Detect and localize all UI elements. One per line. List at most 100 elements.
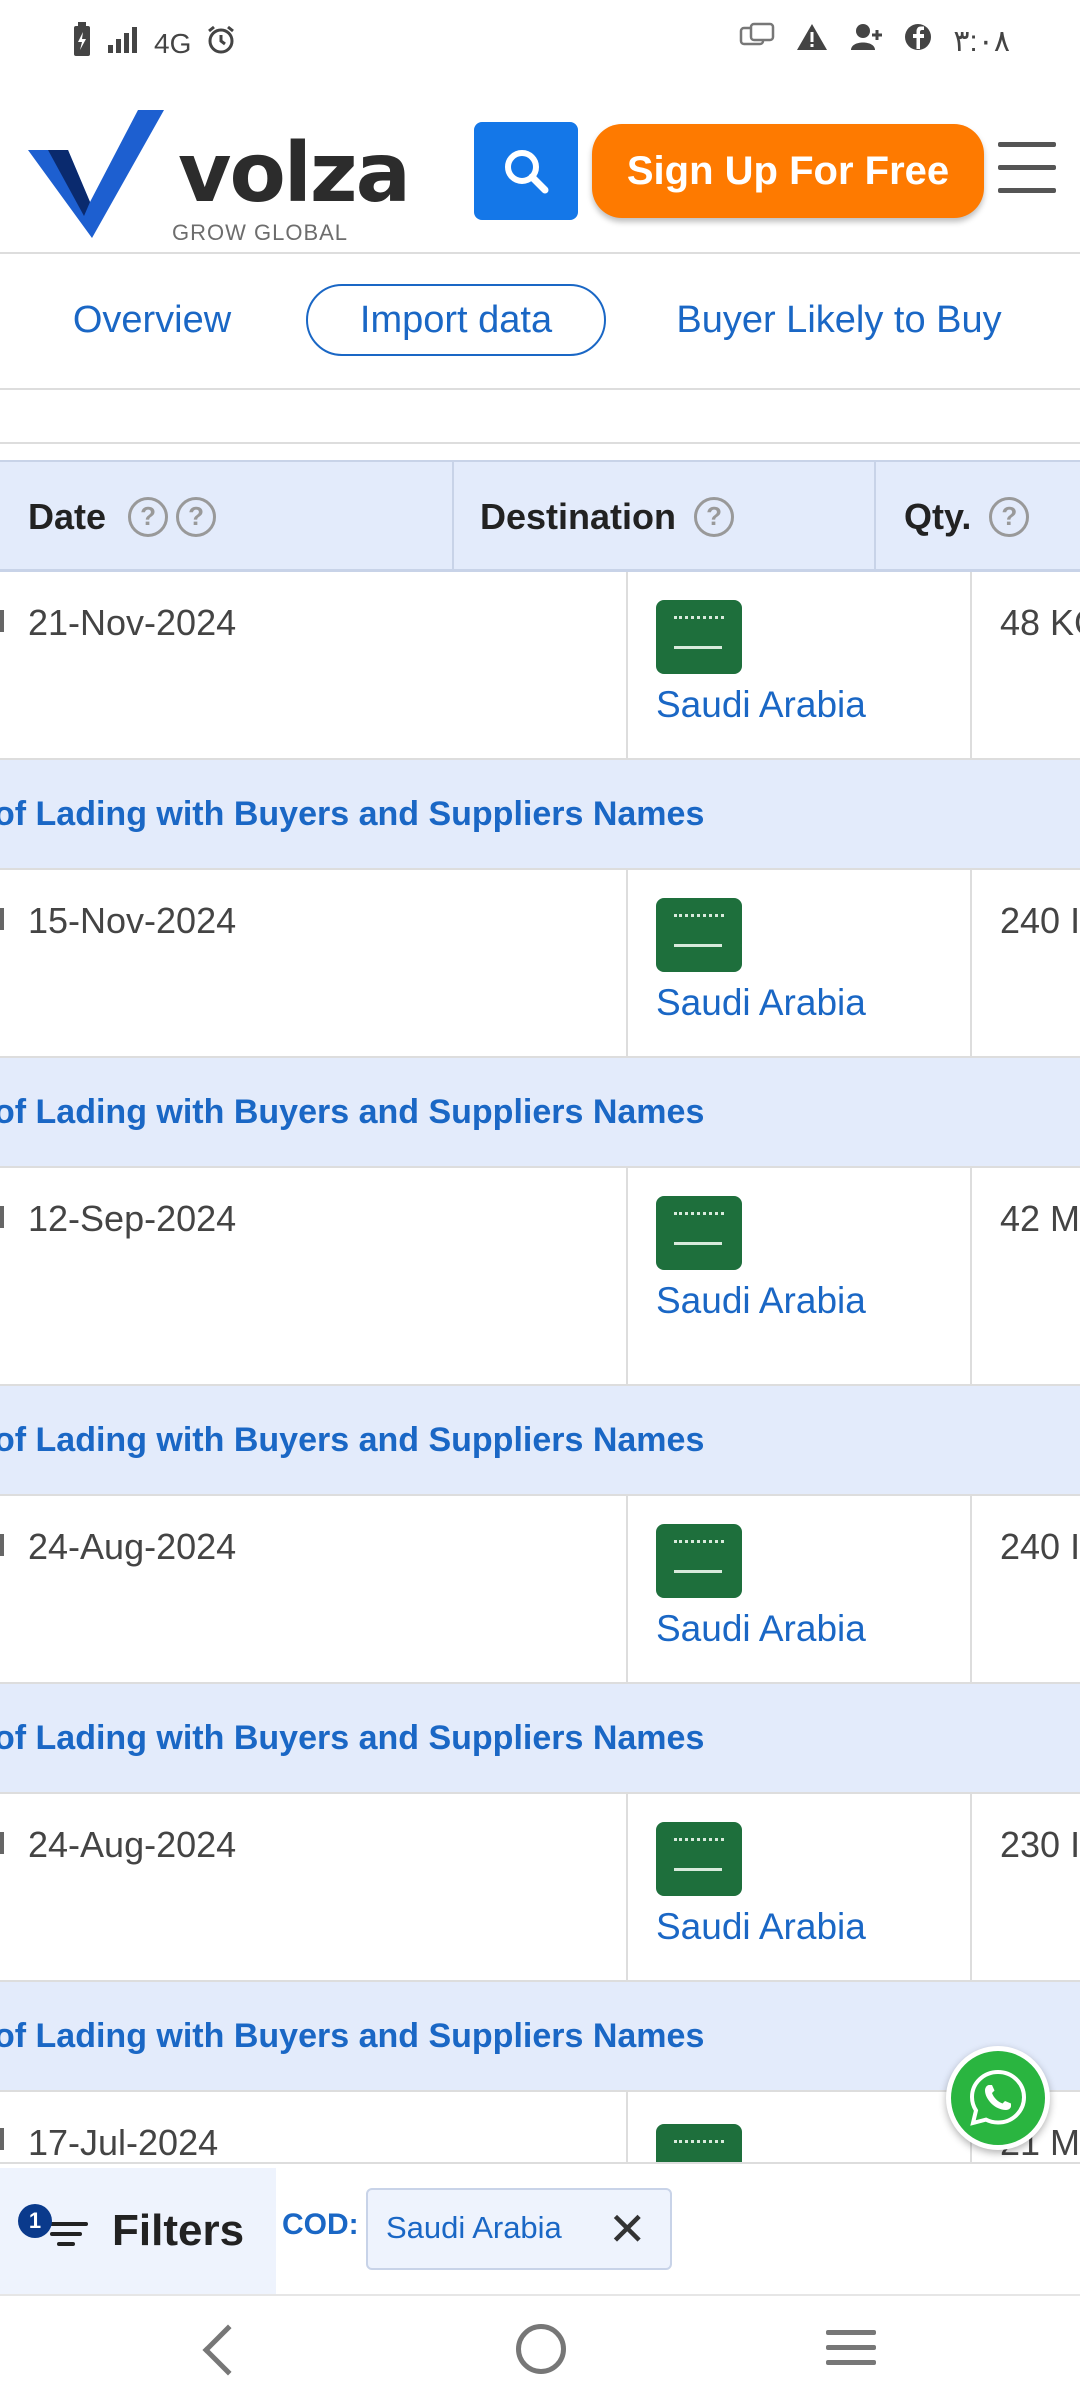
clock: ٣:٠٨ [953,24,1010,58]
filters-label: Filters [112,2206,245,2255]
saudi-flag-icon [656,1196,742,1270]
saudi-flag-icon [656,1524,742,1598]
row-country-link[interactable]: Saudi Arabia [656,982,866,1024]
filter-chip-country[interactable]: Saudi Arabia ✕ [366,2188,672,2270]
logo-wordmark: volza [178,126,411,221]
battery-icon [72,22,92,65]
alarm-icon [205,24,237,63]
column-label-destination: Destination [480,495,677,537]
saudi-flag-icon [656,600,742,674]
saudi-flag-icon [656,2124,742,2164]
volza-logo[interactable]: volza GROW GLOBAL [28,110,411,245]
bill-of-lading-banner[interactable]: of Lading with Buyers and Suppliers Name… [0,1058,1080,1168]
tab-buyer-likely-to-buy[interactable]: Buyer Likely to Buy [664,284,1014,356]
column-divider [626,1794,628,1980]
divider [0,442,1080,444]
table-row[interactable]: 17-Jul-2024 21 MT [0,2092,1080,2164]
table-row[interactable]: 24-Aug-2024 Saudi Arabia 240 I [0,1496,1080,1684]
column-divider [970,1496,972,1682]
tab-overview[interactable]: Overview [60,284,244,356]
network-type: 4G [154,27,192,59]
recent-apps-icon[interactable] [826,2330,876,2375]
column-divider [626,870,628,1056]
filter-bar: 1 Filters COD: Saudi Arabia ✕ [0,2162,1080,2294]
row-edge-mark [0,2128,4,2150]
status-bar: 4G ٣:٠٨ [0,0,1080,88]
status-right: ٣:٠٨ [739,22,1010,60]
row-date: 17-Jul-2024 [28,2122,219,2163]
column-divider [626,1496,628,1682]
column-divider [626,1168,628,1384]
row-date: 21-Nov-2024 [28,602,237,643]
row-country-link[interactable]: Saudi Arabia [656,1906,866,1948]
status-left: 4G [72,22,237,65]
menu-icon[interactable] [998,142,1056,194]
row-qty: 230 I [1000,1824,1080,1865]
column-header-date: Date ? ? [28,462,217,571]
help-icon[interactable]: ? [176,496,217,537]
row-edge-mark [0,1206,4,1228]
search-button[interactable] [474,122,578,220]
whatsapp-button[interactable] [946,2046,1050,2150]
bill-of-lading-banner[interactable]: of Lading with Buyers and Suppliers Name… [0,760,1080,870]
column-divider [626,572,628,758]
logo-tagline: GROW GLOBAL [172,220,349,245]
signal-icon [106,25,140,62]
row-country-link[interactable]: Saudi Arabia [656,1280,866,1322]
banner-link-text[interactable]: of Lading with Buyers and Suppliers Name… [0,1093,704,1132]
site-header: volza GROW GLOBAL Sign Up For Free [0,88,1080,254]
row-qty: 240 I [1000,900,1080,941]
signup-button[interactable]: Sign Up For Free [592,124,984,218]
table-row[interactable]: 21-Nov-2024 Saudi Arabia 48 KG [0,572,1080,760]
column-label-date: Date [28,495,107,537]
column-divider [970,870,972,1056]
row-date: 15-Nov-2024 [28,900,237,941]
help-icon[interactable]: ? [128,496,169,537]
banner-link-text[interactable]: of Lading with Buyers and Suppliers Name… [0,795,704,834]
row-date: 12-Sep-2024 [28,1198,237,1239]
row-qty: 42 M [1000,1198,1080,1239]
row-country-link[interactable]: Saudi Arabia [656,1608,866,1650]
whatsapp-icon [969,2069,1027,2126]
filter-count-badge: 1 [18,2204,52,2238]
banner-link-text[interactable]: of Lading with Buyers and Suppliers Name… [0,1421,704,1460]
banner-link-text[interactable]: of Lading with Buyers and Suppliers Name… [0,1719,704,1758]
tab-import-data[interactable]: Import data [306,284,606,356]
column-header-qty: Qty. ? [904,462,1030,571]
back-icon[interactable] [202,2324,254,2376]
row-date: 24-Aug-2024 [28,1824,237,1865]
row-edge-mark [0,610,4,632]
warning-icon [795,22,829,60]
table-row[interactable]: 15-Nov-2024 Saudi Arabia 240 I [0,870,1080,1058]
column-label-qty: Qty. [904,495,972,537]
search-icon [505,150,549,194]
table-row[interactable]: 12-Sep-2024 Saudi Arabia 42 M [0,1168,1080,1386]
column-header-destination: Destination ? [480,462,735,571]
row-qty: 48 KG [1000,602,1080,643]
message-icon [739,22,775,60]
row-country-link[interactable]: Saudi Arabia [656,684,866,726]
help-icon[interactable]: ? [989,496,1030,537]
close-icon[interactable]: ✕ [608,2202,647,2256]
add-contact-icon [849,22,883,60]
column-divider [970,1168,972,1384]
row-edge-mark [0,1534,4,1556]
row-qty: 240 I [1000,1526,1080,1567]
bill-of-lading-banner[interactable]: of Lading with Buyers and Suppliers Name… [0,1684,1080,1794]
filters-button[interactable]: 1 Filters [0,2168,276,2294]
column-divider [452,462,454,571]
help-icon[interactable]: ? [694,496,735,537]
bill-of-lading-banner[interactable]: of Lading with Buyers and Suppliers Name… [0,1982,1080,2092]
column-divider [874,462,876,571]
page-tabs: Overview Import data Buyer Likely to Buy [0,256,1080,390]
logo-v-icon [28,110,164,238]
system-nav-bar [0,2294,1080,2408]
bill-of-lading-banner[interactable]: of Lading with Buyers and Suppliers Name… [0,1386,1080,1496]
cod-label: COD: [282,2208,359,2241]
row-date: 24-Aug-2024 [28,1526,237,1567]
home-icon[interactable] [516,2324,566,2374]
banner-link-text[interactable]: of Lading with Buyers and Suppliers Name… [0,2017,704,2056]
row-edge-mark [0,908,4,930]
column-divider [626,2092,628,2164]
table-row[interactable]: 24-Aug-2024 Saudi Arabia 230 I [0,1794,1080,1982]
